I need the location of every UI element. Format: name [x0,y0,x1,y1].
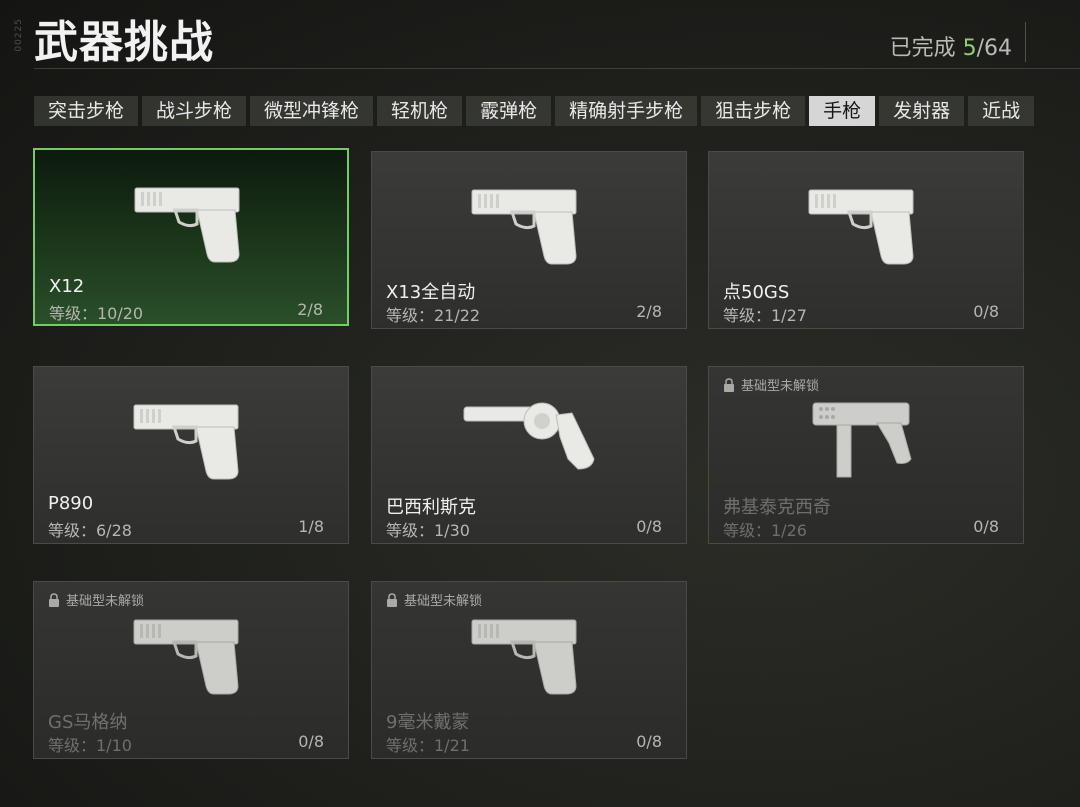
weapon-card[interactable]: P890 等级：6/28 1/8 [33,366,349,544]
lock-label: 基础型未解锁 [66,594,145,609]
weapon-name: P890 [48,493,94,514]
progress-done: 5 [962,36,977,61]
weapon-level: 等级：1/26 [723,521,807,540]
weapon-name: 巴西利斯克 [386,497,476,518]
tab-marksman-rifles[interactable]: 精确射手步枪 [555,96,698,126]
lock-label: 基础型未解锁 [741,379,820,394]
weapon-level: 等级：1/21 [386,736,470,755]
tab-smgs[interactable]: 微型冲锋枪 [250,96,374,126]
tab-handguns[interactable]: 手枪 [809,96,876,126]
lock-icon [49,592,59,607]
pistol-icon [460,608,600,700]
pistol-icon [797,178,937,270]
challenge-count: 2/8 [636,302,662,321]
challenge-count: 0/8 [973,517,999,536]
weapon-name: X12 [49,276,85,297]
progress-label: 已完成 [889,36,956,61]
lock-status: 基础型未解锁 [723,375,819,394]
pistol-icon [122,608,262,700]
tab-launchers[interactable]: 发射器 [879,96,965,126]
pistol-icon [122,393,262,485]
tab-assault-rifles[interactable]: 突击步枪 [34,96,139,126]
tab-shotguns[interactable]: 霰弹枪 [466,96,552,126]
weapon-name: 点50GS [723,282,790,303]
machine-pistol-icon [797,393,937,485]
weapon-card[interactable]: 基础型未解锁 9毫米戴蒙等级：1/21 0/8 [371,581,687,759]
side-code: 00225 [14,18,24,52]
progress-total: /64 [976,36,1012,61]
challenge-count: 0/8 [636,517,662,536]
lock-icon [724,377,734,392]
revolver-icon [460,393,600,485]
weapon-name: 9毫米戴蒙 [386,712,470,733]
weapon-card[interactable]: 巴西利斯克等级：1/30 0/8 [371,366,687,544]
challenge-count: 1/8 [298,517,324,536]
tab-sniper-rifles[interactable]: 狙击步枪 [701,96,806,126]
page-title: 武器挑战 [34,17,214,68]
lock-status: 基础型未解锁 [386,590,482,609]
challenge-count: 0/8 [636,732,662,751]
pistol-icon [123,176,263,268]
tab-lmgs[interactable]: 轻机枪 [377,96,463,126]
weapon-card[interactable]: 基础型未解锁弗基泰克西奇 等级：1/26 0/8 [708,366,1024,544]
challenge-count: 2/8 [297,300,323,319]
weapon-level: 等级：1/10 [48,736,132,755]
tab-melee[interactable]: 近战 [968,96,1035,126]
weapon-name: X13全自动 [386,282,476,303]
header-divider [1025,22,1026,62]
weapon-level: 等级：21/22 [386,306,481,325]
weapon-card[interactable]: X13全自动 等级：21/22 2/8 [371,151,687,329]
weapon-card[interactable]: 点50GS 等级：1/27 0/8 [708,151,1024,329]
weapon-card[interactable]: 基础型未解锁 GS马格纳等级：1/10 0/8 [33,581,349,759]
completion-progress: 已完成 5/64 [890,30,1012,62]
lock-label: 基础型未解锁 [404,594,483,609]
category-tabs: 突击步枪 战斗步枪 微型冲锋枪 轻机枪 霰弹枪 精确射手步枪 狙击步枪 手枪 发… [34,96,1080,126]
weapon-name: GS马格纳 [48,712,128,733]
lock-icon [387,592,397,607]
weapon-name: 弗基泰克西奇 [723,497,831,518]
header-line [34,68,1080,69]
weapon-level: 等级：6/28 [48,521,132,540]
lock-status: 基础型未解锁 [48,590,144,609]
weapon-level: 等级：1/30 [386,521,470,540]
weapon-level: 等级：1/27 [723,306,807,325]
challenge-count: 0/8 [973,302,999,321]
weapon-level: 等级：10/20 [49,304,144,323]
challenge-count: 0/8 [298,732,324,751]
weapon-card[interactable]: X12 等级：10/20 2/8 [33,148,349,326]
tab-battle-rifles[interactable]: 战斗步枪 [142,96,247,126]
pistol-icon [460,178,600,270]
